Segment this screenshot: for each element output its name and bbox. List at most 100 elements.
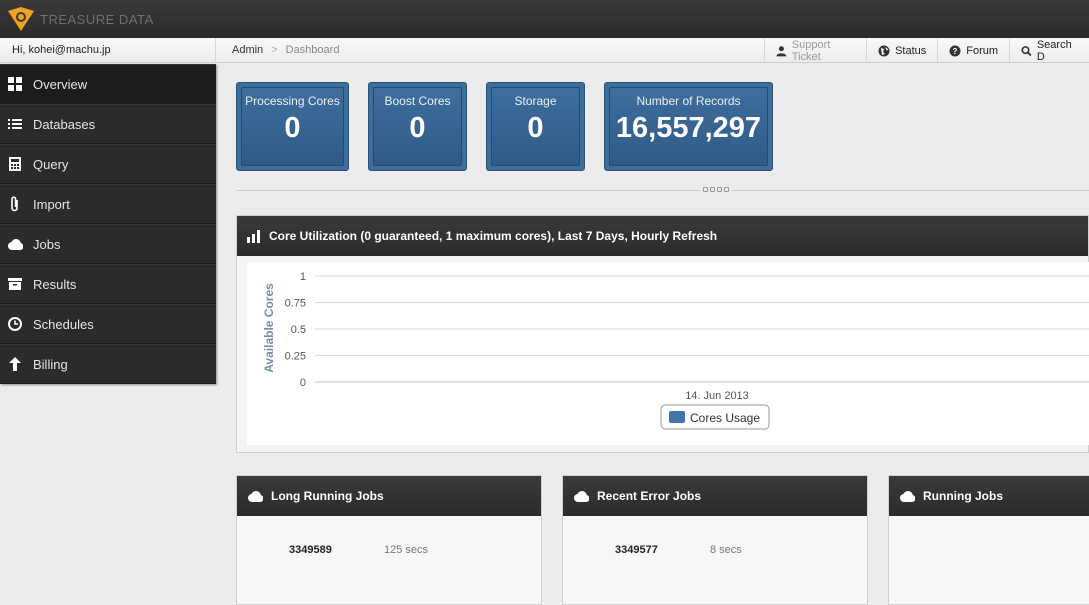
stat-number-of-records: Number of Records 16,557,297: [604, 82, 773, 171]
job-row[interactable]: 3349577 8 secs: [615, 544, 742, 556]
status-link[interactable]: Status: [866, 38, 937, 63]
sidebar-item-label: Schedules: [33, 316, 94, 332]
help-icon: ?: [949, 45, 961, 56]
panel-title: Running Jobs: [923, 489, 1003, 503]
legend-label: Cores Usage: [690, 411, 760, 425]
job-id[interactable]: 3349589: [289, 544, 384, 556]
sidebar-item-overview[interactable]: Overview: [0, 64, 216, 104]
sidebar-item-results[interactable]: Results: [0, 264, 216, 304]
job-row[interactable]: 3349589 125 secs: [289, 544, 428, 556]
chart-legend[interactable]: Cores Usage: [660, 404, 770, 430]
header-links: Support Ticket Status ? Forum Search D: [764, 38, 1089, 63]
stat-card-inner: Boost Cores 0: [373, 87, 462, 166]
panel-title: Long Running Jobs: [271, 489, 384, 503]
grid-icon: [7, 76, 23, 92]
svg-text:?: ?: [953, 47, 958, 56]
stat-label: Number of Records: [636, 94, 741, 108]
panel-header: Running Jobs: [889, 476, 1089, 516]
search-icon: [1021, 45, 1032, 56]
globe-icon: [878, 45, 890, 56]
calculator-icon: [7, 156, 23, 172]
forum-link[interactable]: ? Forum: [937, 38, 1009, 63]
support-ticket-link[interactable]: Support Ticket: [764, 38, 866, 63]
core-utilization-panel: Core Utilization (0 guaranteed, 1 maximu…: [236, 215, 1089, 453]
stat-card-inner: Storage 0: [491, 87, 580, 166]
panel-header: Recent Error Jobs: [563, 476, 867, 516]
breadcrumb: Admin > Dashboard: [232, 38, 339, 63]
job-duration: 8 secs: [710, 544, 742, 556]
collapse-handle[interactable]: [700, 187, 732, 192]
y-axis-label: Available Cores: [262, 283, 276, 373]
sidebar-item-label: Results: [33, 276, 77, 292]
paperclip-icon: [7, 196, 23, 212]
stat-label: Processing Cores: [245, 94, 340, 108]
cloud-icon: [900, 490, 915, 502]
sidebar-item-label: Jobs: [33, 236, 61, 252]
handle-dot: [703, 187, 708, 192]
cloud-icon: [248, 490, 263, 502]
forum-label: Forum: [966, 44, 999, 57]
breadcrumb-dashboard: Dashboard: [285, 44, 340, 56]
cloud-icon: [7, 236, 23, 252]
stat-processing-cores: Processing Cores 0: [236, 82, 349, 171]
clock-icon: [7, 316, 23, 332]
sidebar-item-query[interactable]: Query: [0, 144, 216, 184]
brand-name: TREASURE DATA: [40, 11, 154, 27]
y-tick-label: 0.25: [285, 351, 306, 363]
sidebar-item-label: Billing: [33, 356, 68, 372]
handle-dot: [710, 187, 715, 192]
arrow-up-icon: [7, 356, 23, 372]
breadcrumb-separator: >: [271, 44, 278, 56]
running-jobs-panel: Running Jobs: [888, 475, 1089, 605]
panel-title: Recent Error Jobs: [597, 489, 702, 503]
panel-title: Core Utilization (0 guaranteed, 1 maximu…: [269, 229, 718, 243]
top-header: TREASURE DATA: [0, 0, 1089, 38]
stat-value: 0: [284, 112, 301, 144]
user-greeting: Hi, kohei@machu.jp: [0, 38, 216, 63]
sidebar-item-label: Databases: [33, 116, 96, 132]
y-tick-label: 0: [300, 377, 306, 389]
archive-icon: [7, 276, 23, 292]
list-icon: [7, 116, 23, 132]
treasure-data-logo-icon: [8, 7, 34, 31]
stat-storage: Storage 0: [486, 82, 585, 171]
sidebar-item-jobs[interactable]: Jobs: [0, 224, 216, 264]
sub-header: Hi, kohei@machu.jp Admin > Dashboard Sup…: [0, 38, 1089, 63]
cloud-icon: [574, 490, 589, 502]
handle-dot: [717, 187, 722, 192]
core-utilization-chart: 0 0.25 0.5 0.75 1 14. Jun 2013 Available Cor…: [262, 271, 1089, 430]
y-tick-label: 1: [300, 271, 306, 283]
long-running-jobs-panel: Long Running Jobs 3349589 125 secs: [236, 475, 542, 605]
sidebar-item-import[interactable]: Import: [0, 184, 216, 224]
breadcrumb-admin[interactable]: Admin: [232, 38, 263, 63]
sidebar: Overview Databases Query Import Jobs Res…: [0, 64, 216, 384]
user-icon: [776, 45, 787, 56]
job-id[interactable]: 3349577: [615, 544, 710, 556]
logo[interactable]: TREASURE DATA: [6, 6, 154, 32]
y-tick-label: 0.5: [291, 324, 306, 336]
recent-error-jobs-panel: Recent Error Jobs 3349577 8 secs: [562, 475, 868, 605]
job-duration: 125 secs: [384, 544, 429, 556]
y-tick-label: 0.75: [285, 298, 306, 310]
panel-header: Core Utilization (0 guaranteed, 1 maximu…: [237, 216, 1088, 256]
stat-value: 16,557,297: [615, 112, 762, 144]
stat-label: Storage: [514, 94, 557, 108]
sidebar-item-databases[interactable]: Databases: [0, 104, 216, 144]
stat-card-inner: Processing Cores 0: [241, 87, 344, 166]
stat-boost-cores: Boost Cores 0: [368, 82, 467, 171]
stat-label: Boost Cores: [384, 94, 451, 108]
support-ticket-label: Support Ticket: [791, 38, 831, 63]
sidebar-item-schedules[interactable]: Schedules: [0, 304, 216, 344]
stat-value: 0: [527, 112, 544, 144]
stat-card-inner: Number of Records 16,557,297: [609, 87, 768, 166]
search-link[interactable]: Search D: [1009, 38, 1089, 63]
sidebar-item-label: Query: [33, 156, 69, 172]
sidebar-item-billing[interactable]: Billing: [0, 344, 216, 384]
sidebar-item-label: Import: [33, 196, 70, 212]
chart-area: 0 0.25 0.5 0.75 1 14. Jun 2013 Available Cor…: [247, 262, 1089, 445]
status-label: Status: [895, 44, 927, 57]
legend-swatch: [669, 411, 685, 423]
stat-value: 0: [409, 112, 426, 144]
handle-dot: [724, 187, 729, 192]
x-tick-label: 14. Jun 2013: [685, 390, 749, 402]
